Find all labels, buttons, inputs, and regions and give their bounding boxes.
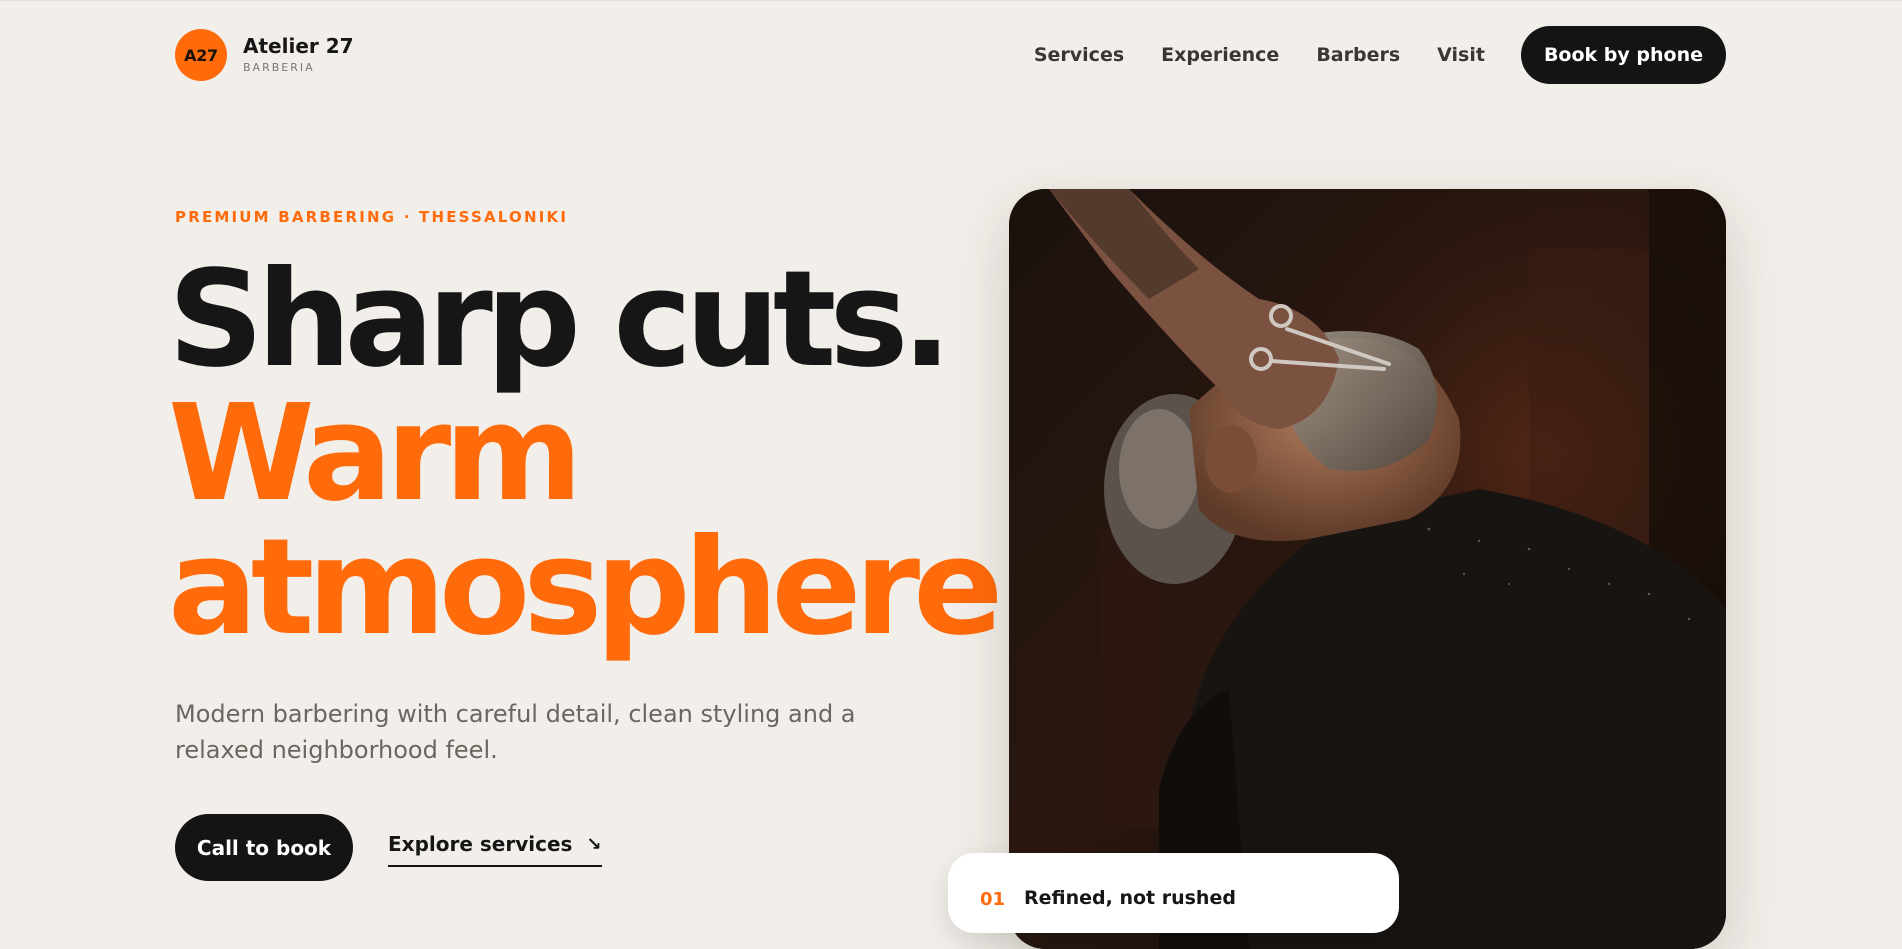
feature-card: 01 Refined, not rushed bbox=[948, 853, 1399, 933]
brand-subtitle: BARBERIA bbox=[243, 60, 315, 74]
headline-line-1: Sharp cuts. bbox=[168, 243, 952, 397]
book-by-phone-button[interactable]: Book by phone bbox=[1520, 26, 1726, 84]
feature-card-number: 01 bbox=[980, 889, 1006, 910]
brand-logo[interactable]: A27 Atelier 27 BARBERIA bbox=[175, 29, 354, 81]
top-divider bbox=[0, 0, 1902, 1]
headline-line-2: Warm bbox=[168, 377, 583, 531]
hero-eyebrow: PREMIUM BARBERING · THESSALONIKI bbox=[175, 208, 569, 226]
call-to-book-button[interactable]: Call to book bbox=[175, 814, 353, 881]
explore-services-label: Explore services bbox=[388, 832, 573, 856]
feature-card-title: Refined, not rushed bbox=[1024, 887, 1236, 909]
barber-photo-illustration bbox=[1009, 189, 1726, 949]
hero-photo bbox=[1009, 189, 1726, 949]
nav-link-barbers[interactable]: Barbers bbox=[1316, 44, 1400, 66]
brand-text: Atelier 27 BARBERIA bbox=[243, 35, 354, 76]
hero-description: Modern barbering with careful detail, cl… bbox=[175, 700, 856, 764]
arrow-down-right-icon: ↘ bbox=[586, 833, 602, 855]
nav-link-services[interactable]: Services bbox=[1034, 44, 1124, 66]
nav-link-visit[interactable]: Visit bbox=[1437, 44, 1485, 66]
main-nav: Services Experience Barbers Visit Book b… bbox=[1034, 26, 1726, 84]
explore-services-link[interactable]: Explore services ↘ bbox=[388, 832, 602, 867]
hero-headline: Sharp cuts. Warm atmosphere. bbox=[168, 243, 1047, 665]
brand-name: Atelier 27 bbox=[243, 33, 354, 58]
nav-link-experience[interactable]: Experience bbox=[1161, 44, 1279, 66]
headline-line-3: atmosphere. bbox=[168, 511, 1047, 665]
logo-badge: A27 bbox=[175, 29, 227, 81]
